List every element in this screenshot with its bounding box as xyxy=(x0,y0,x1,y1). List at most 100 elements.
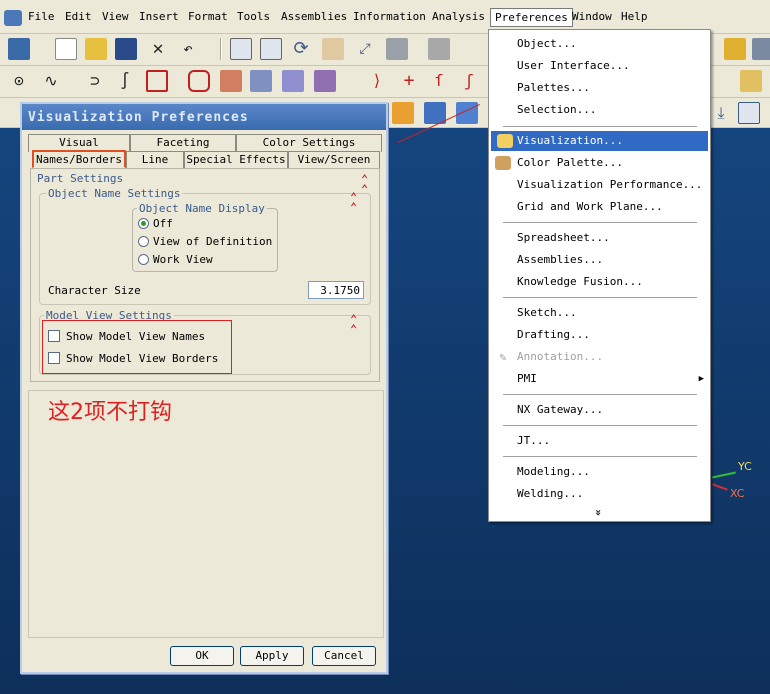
tab-names-borders[interactable]: Names/Borders xyxy=(32,150,126,168)
tab-faceting[interactable]: Faceting xyxy=(130,134,236,152)
menu-item-user-interface[interactable]: User Interface... xyxy=(489,56,710,76)
undo-icon[interactable]: ↶ xyxy=(177,38,199,60)
menu-item-modeling[interactable]: Modeling... xyxy=(489,462,710,482)
menu-file[interactable]: File xyxy=(28,10,55,23)
radio-work-view[interactable] xyxy=(138,254,149,265)
menu-item-sketch[interactable]: Sketch... xyxy=(489,303,710,323)
object-name-display-group: Object Name Display Off View of Definiti… xyxy=(132,202,278,272)
menu-item-knowledge-fusion[interactable]: Knowledge Fusion... xyxy=(489,272,710,292)
menu-analysis[interactable]: Analysis xyxy=(432,10,485,23)
trim-icon[interactable]: ⟩ xyxy=(366,70,388,92)
tab-line[interactable]: Line xyxy=(126,151,184,169)
view-style-icon[interactable] xyxy=(428,38,450,60)
menu-item-palettes[interactable]: Palettes... xyxy=(489,78,710,98)
spline-icon[interactable]: ∫ xyxy=(114,70,136,92)
tab-color-settings[interactable]: Color Settings xyxy=(236,134,382,152)
menu-information[interactable]: Information xyxy=(353,10,426,23)
menu-item-jt[interactable]: JT... xyxy=(489,431,710,451)
menu-item-visualization[interactable]: Visualization... xyxy=(491,131,708,151)
orient-view-icon[interactable]: ⤢ xyxy=(354,38,376,60)
polygon-icon[interactable] xyxy=(188,70,210,92)
shaded-icon[interactable] xyxy=(386,38,408,60)
app-icon[interactable] xyxy=(4,10,22,26)
rectangle-icon[interactable] xyxy=(146,70,168,92)
menu-item-selection[interactable]: Selection... xyxy=(489,100,710,120)
menu-item-pmi[interactable]: PMI ▶ xyxy=(489,369,710,389)
menu-item-spreadsheet[interactable]: Spreadsheet... xyxy=(489,228,710,248)
menu-view[interactable]: View xyxy=(102,10,129,23)
open-folder-icon[interactable] xyxy=(85,38,107,60)
start-icon[interactable] xyxy=(8,38,30,60)
yc-axis-label: YC xyxy=(738,460,752,473)
collapse-model-view-settings-icon[interactable]: ⌃ ⌃ xyxy=(350,313,357,335)
cancel-button[interactable]: Cancel xyxy=(312,646,376,666)
annotation-icon: ✎ xyxy=(499,350,507,364)
datum-csys-icon[interactable] xyxy=(738,102,760,124)
radio-view-of-definition[interactable] xyxy=(138,236,149,247)
collapse-part-settings-icon[interactable]: ⌃ ⌃ xyxy=(361,173,368,195)
menu-insert[interactable]: Insert xyxy=(139,10,179,23)
submenu-arrow-icon: ▶ xyxy=(698,374,704,384)
feature-tool-icon[interactable] xyxy=(392,102,414,124)
sweep-icon[interactable] xyxy=(282,70,304,92)
new-file-icon[interactable] xyxy=(55,38,77,60)
tab-view-screen[interactable]: View/Screen xyxy=(288,151,380,169)
color-palette-icon xyxy=(495,156,511,170)
menu-item-visualization-performance[interactable]: Visualization Performance... xyxy=(489,175,710,195)
menu-item-color-palette-label: Color Palette... xyxy=(517,156,623,169)
menu-item-assemblies[interactable]: Assemblies... xyxy=(489,250,710,270)
ok-button[interactable]: OK xyxy=(170,646,234,666)
menu-item-welding[interactable]: Welding... xyxy=(489,484,710,504)
menu-item-annotation: ✎ Annotation... xyxy=(489,347,710,367)
menu-separator xyxy=(503,425,697,426)
menu-window[interactable]: Window xyxy=(572,10,612,23)
menu-item-color-palette[interactable]: Color Palette... xyxy=(489,153,710,173)
menu-item-grid-and-work-plane[interactable]: Grid and Work Plane... xyxy=(489,197,710,217)
dialog-title: Visualization Preferences xyxy=(22,104,386,130)
settings-icon[interactable] xyxy=(752,38,770,60)
menu-item-pmi-label: PMI xyxy=(517,372,537,385)
rotate-icon[interactable]: ⟳ xyxy=(290,38,312,60)
menu-tools[interactable]: Tools xyxy=(237,10,270,23)
expand-menu-icon[interactable]: » xyxy=(592,509,605,516)
apply-button[interactable]: Apply xyxy=(240,646,304,666)
object-name-settings-group: Object Name Settings ⌃ ⌃ Object Name Disp… xyxy=(39,187,371,305)
menu-format[interactable]: Format xyxy=(188,10,228,23)
tab-special-effects[interactable]: Special Effects xyxy=(184,151,288,169)
wcs-icon[interactable]: ⤓ xyxy=(710,102,732,124)
extend-icon[interactable]: + xyxy=(398,70,420,92)
offset-curve-icon[interactable]: ʃ xyxy=(458,70,480,92)
menu-assemblies[interactable]: Assemblies xyxy=(281,10,347,23)
visualization-icon xyxy=(497,134,513,148)
body-icon[interactable] xyxy=(740,70,762,92)
menu-item-annotation-label: Annotation... xyxy=(517,350,604,363)
line-icon[interactable]: ∿ xyxy=(40,70,62,92)
dialog-content-area xyxy=(28,390,384,638)
menu-item-object[interactable]: Object... xyxy=(489,34,710,54)
radio-off[interactable] xyxy=(138,218,149,229)
arc-icon[interactable]: ⊃ xyxy=(84,70,106,92)
yc-axis-line xyxy=(712,471,736,479)
feature-icon[interactable] xyxy=(724,38,746,60)
visualization-preferences-dialog: Visualization Preferences Visual Facetin… xyxy=(20,102,388,674)
menu-item-nx-gateway[interactable]: NX Gateway... xyxy=(489,400,710,420)
pan-icon[interactable] xyxy=(322,38,344,60)
revolve-icon[interactable] xyxy=(250,70,272,92)
zoom-icon[interactable] xyxy=(260,38,282,60)
character-size-field[interactable]: 3.1750 xyxy=(308,281,364,299)
menu-edit[interactable]: Edit xyxy=(65,10,92,23)
menu-item-drafting[interactable]: Drafting... xyxy=(489,325,710,345)
cut-icon[interactable]: ✕ xyxy=(147,38,169,60)
fit-icon[interactable] xyxy=(230,38,252,60)
point-icon[interactable]: ⊙ xyxy=(8,70,30,92)
extrude-icon[interactable] xyxy=(220,70,242,92)
xc-axis-line xyxy=(712,483,728,491)
menu-help[interactable]: Help xyxy=(621,10,648,23)
menu-separator xyxy=(503,126,697,127)
collapse-object-name-settings-icon[interactable]: ⌃ ⌃ xyxy=(350,191,357,213)
menu-separator xyxy=(503,222,697,223)
menu-preferences[interactable]: Preferences xyxy=(490,8,573,27)
fillet-icon[interactable]: ſ xyxy=(428,70,450,92)
save-icon[interactable] xyxy=(115,38,137,60)
blend-icon[interactable] xyxy=(314,70,336,92)
